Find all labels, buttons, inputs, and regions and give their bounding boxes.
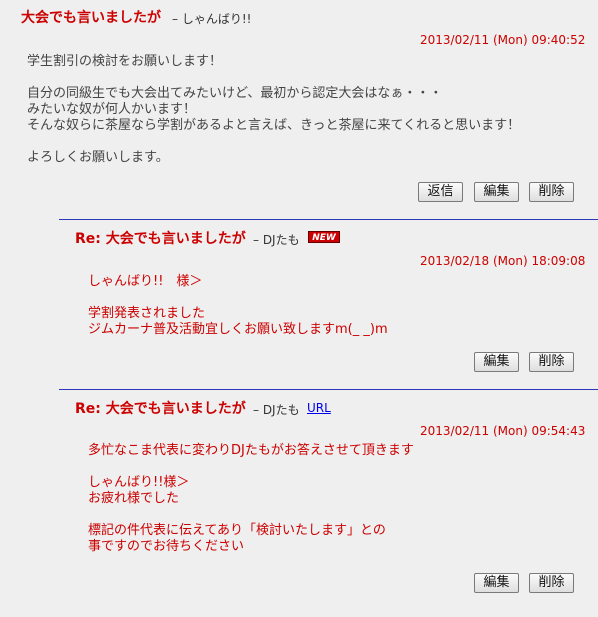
post-date: 2013/02/18 (Mon) 18:09:08 (420, 254, 586, 268)
url-link[interactable]: URL (307, 401, 331, 415)
post-date: 2013/02/11 (Mon) 09:54:43 (420, 424, 586, 438)
post-author: – しゃんばり!! (172, 12, 252, 26)
delete-button[interactable]: 削除 (529, 352, 574, 372)
post-author: – DJたも (253, 403, 300, 417)
post-title: Re: 大会でも言いましたが (75, 231, 246, 247)
delete-button[interactable]: 削除 (529, 573, 574, 593)
post-body: 学生割引の検討をお願いします！ 自分の同級生でも大会出てみたいけど、最初から認定… (27, 54, 521, 165)
post-author: – DJたも (253, 233, 300, 247)
edit-button[interactable]: 編集 (474, 182, 519, 202)
post-body: 多忙なこま代表に変わりDJたもがお答えさせて頂きます しゃんばり!!様＞ お疲れ… (88, 443, 414, 554)
reply-button[interactable]: 返信 (418, 182, 463, 202)
edit-button[interactable]: 編集 (474, 352, 519, 372)
post-title: 大会でも言いましたが (21, 10, 161, 26)
new-badge: NEW (308, 231, 340, 243)
reply-divider (59, 389, 598, 390)
delete-button[interactable]: 削除 (529, 182, 574, 202)
post-title: Re: 大会でも言いましたが (75, 401, 246, 417)
post-body: しゃんばり!! 様＞ 学割発表されました ジムカーナ普及活動宜しくお願い致します… (88, 274, 388, 337)
reply-divider (59, 219, 598, 220)
post-date: 2013/02/11 (Mon) 09:40:52 (420, 33, 586, 47)
edit-button[interactable]: 編集 (474, 573, 519, 593)
